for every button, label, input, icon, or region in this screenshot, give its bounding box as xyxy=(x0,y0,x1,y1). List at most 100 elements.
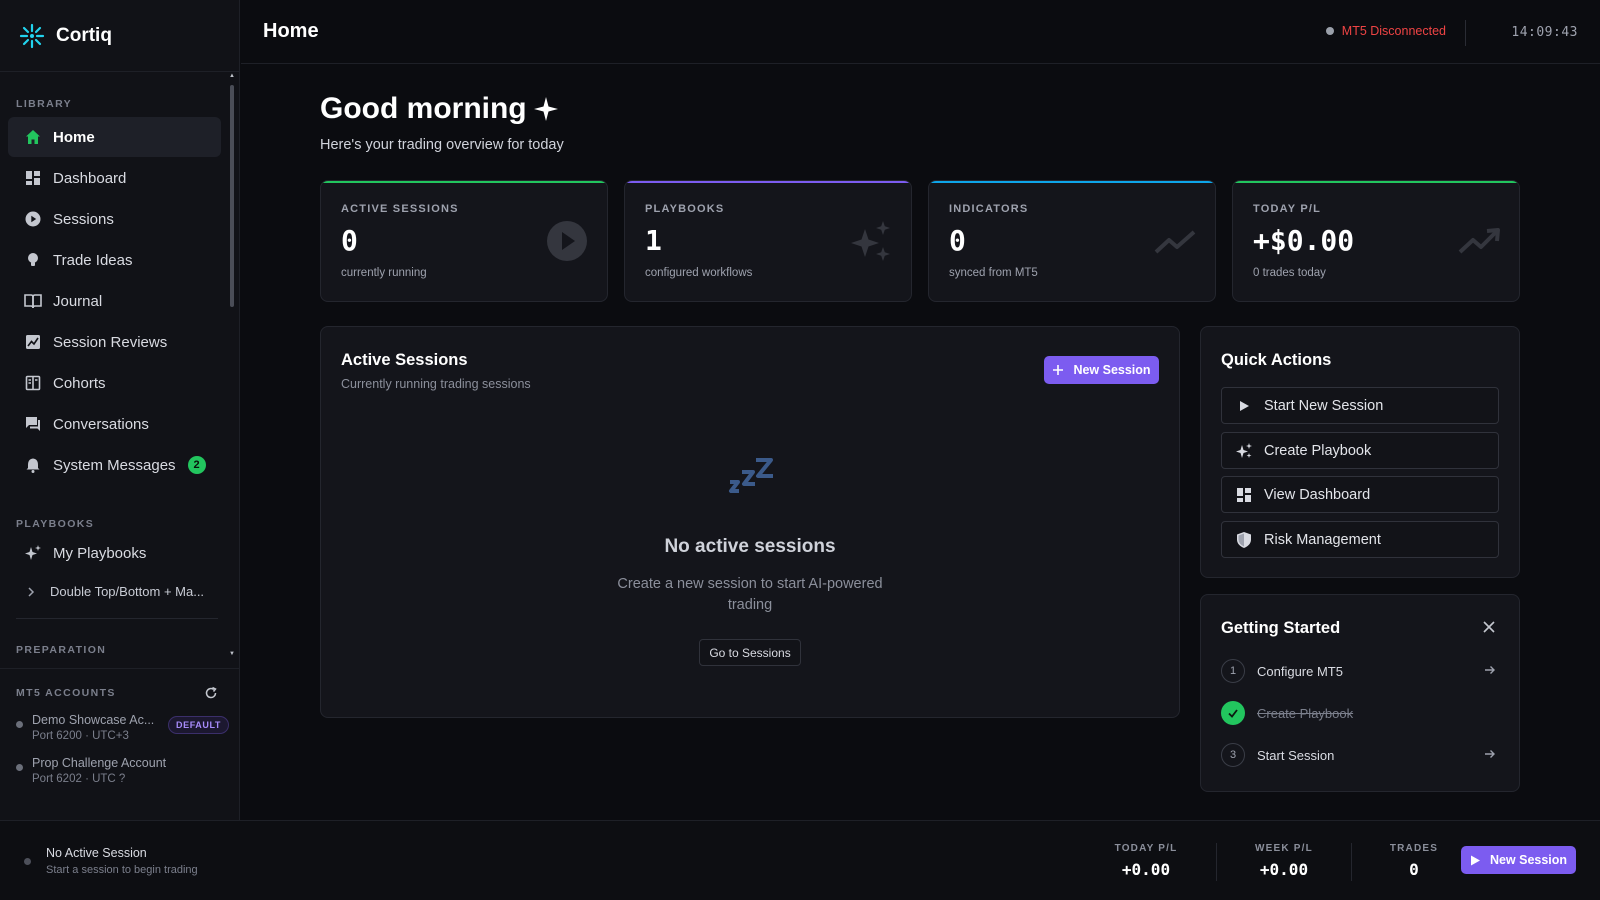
sidebar-item-label: Journal xyxy=(53,292,103,310)
step-create-playbook[interactable]: Create Playbook xyxy=(1221,700,1499,726)
session-status-dot xyxy=(24,858,31,865)
plus-icon xyxy=(1053,365,1064,375)
sidebar-item-system-messages[interactable]: System Messages 2 xyxy=(8,445,221,485)
unread-count-badge: 2 xyxy=(187,456,206,474)
top-header: Home MT5 Disconnected 14:09:43 xyxy=(241,0,1600,64)
page-title: Home xyxy=(263,20,319,42)
play-circle-icon xyxy=(24,210,42,228)
account-status-dot xyxy=(16,721,23,728)
stat-label: TODAY P/L xyxy=(1253,203,1322,215)
empty-state-title: No active sessions xyxy=(664,536,836,557)
sidebar-item-session-reviews[interactable]: Session Reviews xyxy=(8,322,221,362)
default-badge: DEFAULT xyxy=(168,716,230,734)
home-icon xyxy=(24,128,42,146)
greeting-text: Good morning xyxy=(320,92,527,125)
step-label: Start Session xyxy=(1257,747,1335,763)
button-label: New Session xyxy=(1489,853,1568,867)
account-details: Port 6200 · UTC+3 xyxy=(32,730,129,742)
playbook-subitem[interactable]: Double Top/Bottom + Ma... xyxy=(24,584,204,599)
stat-subtext: synced from MT5 xyxy=(949,267,1038,279)
sidebar-item-dashboard[interactable]: Dashboard xyxy=(8,158,221,198)
stat-value: 0 xyxy=(341,224,358,257)
trending-up-icon xyxy=(1458,228,1500,254)
sidebar-item-sessions[interactable]: Sessions xyxy=(8,199,221,239)
nav-scroll-area: LIBRARY Home Dashboard Sessions Trade Id… xyxy=(0,73,240,663)
go-to-sessions-button[interactable]: Go to Sessions xyxy=(699,639,801,666)
risk-management-button[interactable]: Risk Management xyxy=(1221,521,1499,558)
sidebar-item-label: My Playbooks xyxy=(53,544,147,562)
playbook-subitem-label: Double Top/Bottom + Ma... xyxy=(50,584,205,599)
status-bar: No Active Session Start a session to beg… xyxy=(0,820,1600,900)
check-icon xyxy=(1221,701,1245,725)
mt5-status-text: MT5 Disconnected xyxy=(1341,24,1446,38)
stat-label: TODAY P/L xyxy=(1114,843,1178,854)
step-start-session[interactable]: 3 Start Session xyxy=(1221,742,1499,768)
stat-card-playbooks[interactable]: PLAYBOOKS 1 configured workflows xyxy=(624,180,912,302)
sidebar-item-trade-ideas[interactable]: Trade Ideas xyxy=(8,240,221,280)
week-pl-stat: WEEK P/L +0.00 xyxy=(1248,843,1320,879)
panel-title: Active Sessions xyxy=(341,351,468,369)
button-label: Start New Session xyxy=(1264,397,1384,414)
preparation-section-label: PREPARATION xyxy=(16,644,107,656)
sidebar-item-home[interactable]: Home xyxy=(8,117,221,157)
logo-icon xyxy=(19,23,45,48)
sidebar-item-conversations[interactable]: Conversations xyxy=(8,404,221,444)
trades-stat: TRADES 0 xyxy=(1383,843,1445,879)
scroll-up-arrow-icon[interactable]: ▲ xyxy=(229,73,235,79)
sidebar-item-my-playbooks[interactable]: My Playbooks xyxy=(8,533,221,573)
sidebar-item-cohorts[interactable]: Cohorts xyxy=(8,363,221,403)
step-configure-mt5[interactable]: 1 Configure MT5 xyxy=(1221,658,1499,684)
library-section-label: LIBRARY xyxy=(16,98,73,110)
sparkle-icon xyxy=(533,97,558,121)
cohorts-icon xyxy=(24,374,42,392)
card-accent-line xyxy=(625,181,911,183)
book-icon xyxy=(24,292,42,310)
view-dashboard-button[interactable]: View Dashboard xyxy=(1221,476,1499,513)
account-name: Demo Showcase Ac... xyxy=(32,713,155,727)
footer-new-session-button[interactable]: New Session xyxy=(1461,846,1576,874)
panel-title: Quick Actions xyxy=(1221,351,1332,369)
step-number: 1 xyxy=(1221,659,1245,683)
play-icon xyxy=(1234,396,1254,416)
bell-icon xyxy=(24,456,42,474)
dashboard-icon xyxy=(1234,485,1254,505)
start-new-session-button[interactable]: Start New Session xyxy=(1221,387,1499,424)
scroll-down-arrow-icon[interactable]: ▼ xyxy=(229,651,235,657)
step-label: Configure MT5 xyxy=(1257,663,1343,679)
quick-actions-panel: Quick Actions Start New Session Create P… xyxy=(1200,326,1520,578)
app-name: Cortiq xyxy=(56,24,112,46)
play-icon xyxy=(1470,855,1480,865)
create-playbook-button[interactable]: Create Playbook xyxy=(1221,432,1499,469)
stat-card-active-sessions[interactable]: ACTIVE SESSIONS 0 currently running xyxy=(320,180,608,302)
account-details: Port 6202 · UTC ? xyxy=(32,773,126,785)
chevron-right-icon xyxy=(28,586,35,597)
stat-label: INDICATORS xyxy=(949,203,1029,215)
sidebar-item-label: Cohorts xyxy=(53,374,106,392)
shield-icon xyxy=(1234,530,1254,550)
sidebar: Cortiq LIBRARY Home Dashboard Sessions T… xyxy=(0,0,240,820)
scrollbar-thumb[interactable] xyxy=(230,85,234,307)
today-pl-stat: TODAY P/L +0.00 xyxy=(1110,843,1182,879)
stat-value: 0 xyxy=(1409,860,1419,879)
card-accent-line xyxy=(929,181,1215,183)
arrow-right-icon xyxy=(1485,666,1495,674)
stat-card-indicators[interactable]: INDICATORS 0 synced from MT5 xyxy=(928,180,1216,302)
step-number: 3 xyxy=(1221,743,1245,767)
close-icon[interactable] xyxy=(1483,621,1495,633)
new-session-button[interactable]: New Session xyxy=(1044,356,1159,384)
mt5-connection-status[interactable]: MT5 Disconnected xyxy=(1325,24,1446,38)
sidebar-item-journal[interactable]: Journal xyxy=(8,281,221,321)
trend-line-icon xyxy=(1154,230,1196,254)
panel-subtitle: Currently running trading sessions xyxy=(341,377,531,391)
mt5-account-item[interactable]: Demo Showcase Ac... Port 6200 · UTC+3 xyxy=(16,713,154,742)
refresh-icon[interactable] xyxy=(204,686,218,700)
button-label: Risk Management xyxy=(1264,531,1381,548)
brand[interactable]: Cortiq xyxy=(0,0,239,72)
sidebar-item-label: Session Reviews xyxy=(53,333,168,351)
mt5-account-item[interactable]: Prop Challenge Account Port 6202 · UTC ? xyxy=(16,756,166,785)
sparkle-icon xyxy=(24,544,42,562)
sidebar-scrollbar[interactable]: ▲ ▼ xyxy=(229,73,235,658)
stat-label: ACTIVE SESSIONS xyxy=(341,203,459,215)
header-divider xyxy=(1465,20,1466,46)
stat-card-today-pl[interactable]: TODAY P/L +$0.00 0 trades today xyxy=(1232,180,1520,302)
